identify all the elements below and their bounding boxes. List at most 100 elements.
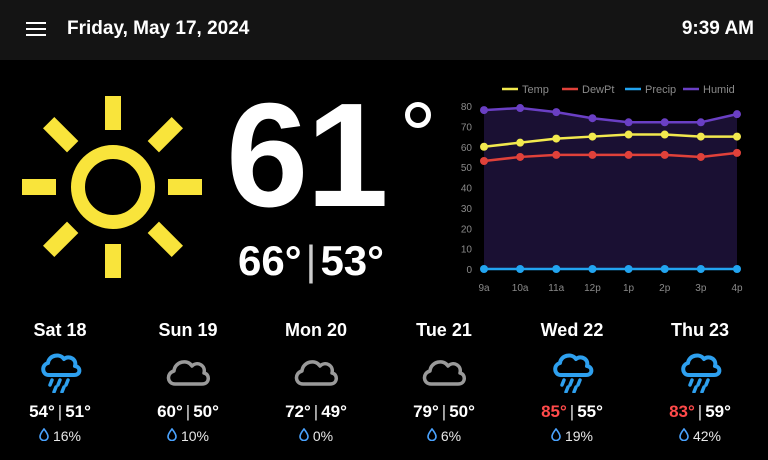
y-tick-label: 10 [461, 245, 473, 256]
x-tick-label: 12p [584, 283, 601, 294]
today-low: 53° [320, 237, 384, 284]
forecast-day-name: Mon 20 [284, 320, 347, 340]
forecast-day-name: Sat 18 [33, 320, 87, 340]
forecast-precip-value: 6% [440, 428, 462, 444]
forecast-low: 50° [193, 402, 219, 421]
x-tick-label: 1p [623, 283, 635, 294]
forecast-precip-value: 0% [312, 428, 334, 444]
y-tick-label: 30 [461, 204, 473, 215]
separator: | [185, 402, 191, 421]
point-precip [624, 265, 633, 273]
point-temp [552, 134, 561, 143]
legend-label: Temp [522, 84, 549, 96]
separator: | [305, 237, 317, 284]
forecast-day-name: Wed 22 [540, 320, 604, 340]
y-tick-label: 70 [461, 122, 473, 133]
point-precip [516, 265, 525, 273]
point-humid [733, 110, 741, 119]
point-dewpt [660, 150, 669, 159]
point-humid [480, 106, 488, 115]
forecast-precip-value: 10% [180, 428, 210, 444]
raindrop-icon [427, 427, 437, 444]
point-humid [516, 104, 525, 113]
hamburger-menu-icon[interactable] [26, 22, 46, 38]
forecast-day: Sun 19 60° | 50° 10% [124, 318, 252, 444]
today-high: 66° [238, 237, 302, 284]
forecast-temps: 79° | 50° [380, 402, 508, 422]
forecast-temps: 85° | 55° [508, 402, 636, 422]
raindrop-icon [39, 427, 49, 444]
raindrop-icon [167, 427, 177, 444]
forecast-day: Wed 22 85° | 55° 19% [508, 318, 636, 444]
raindrop-icon [299, 427, 309, 444]
point-temp [696, 132, 705, 141]
forecast-high: 83° [669, 402, 695, 421]
cloud-icon [252, 351, 380, 398]
forecast-low: 49° [321, 402, 347, 421]
forecast-precip-value: 42% [692, 428, 722, 444]
y-tick-label: 40 [461, 184, 473, 195]
daily-forecast: Sat 18 54° | 51° 16% Sun 19 60° | 50° 10% Mon 20… [0, 318, 768, 460]
legend-label: Humid [703, 84, 735, 96]
forecast-high: 54° [29, 402, 55, 421]
y-tick-label: 20 [461, 224, 473, 235]
forecast-high: 60° [157, 402, 183, 421]
point-precip [588, 265, 597, 273]
point-dewpt [516, 152, 525, 161]
forecast-day-name: Thu 23 [670, 320, 729, 340]
forecast-day-name: Tue 21 [416, 320, 472, 340]
point-precip [552, 265, 561, 273]
point-dewpt [624, 150, 633, 159]
separator: | [569, 402, 575, 421]
point-temp [480, 142, 488, 151]
forecast-precip: 6% [380, 427, 508, 444]
point-temp [588, 132, 597, 141]
legend-label: Precip [645, 84, 676, 96]
forecast-precip: 42% [636, 427, 764, 444]
x-tick-label: 2p [659, 283, 671, 294]
point-precip [696, 265, 705, 273]
legend-label: DewPt [582, 84, 614, 96]
separator: | [697, 402, 703, 421]
point-precip [660, 265, 669, 273]
forecast-low: 51° [65, 402, 91, 421]
forecast-precip-value: 19% [564, 428, 594, 444]
degree-symbol [405, 102, 431, 128]
point-temp [624, 130, 633, 139]
point-humid [696, 118, 705, 127]
x-tick-label: 9a [478, 283, 490, 294]
current-temperature: 61 [226, 73, 389, 238]
forecast-day-name: Sun 19 [158, 320, 218, 340]
point-temp [660, 130, 669, 139]
high-low-temps: 66°|53° [238, 240, 384, 282]
forecast-low: 59° [705, 402, 731, 421]
forecast-precip: 19% [508, 427, 636, 444]
current-date: Friday, May 17, 2024 [67, 18, 250, 39]
separator: | [313, 402, 319, 421]
x-tick-label: 4p [731, 283, 743, 294]
point-dewpt [480, 157, 488, 166]
point-precip [480, 265, 488, 273]
forecast-precip: 16% [0, 427, 124, 444]
point-humid [588, 114, 597, 123]
forecast-precip: 0% [252, 427, 380, 444]
point-temp [516, 138, 525, 147]
rain-cloud-icon [508, 351, 636, 398]
separator: | [57, 402, 63, 421]
point-humid [552, 108, 561, 117]
forecast-high: 79° [413, 402, 439, 421]
forecast-temps: 72° | 49° [252, 402, 380, 422]
point-temp [733, 132, 741, 141]
point-humid [660, 118, 669, 127]
sun-icon [22, 96, 202, 278]
x-tick-label: 11a [548, 283, 564, 294]
forecast-day: Thu 23 83° | 59° 42% [636, 318, 764, 444]
x-tick-label: 3p [695, 283, 707, 294]
forecast-temps: 54° | 51° [0, 402, 124, 422]
top-bar: Friday, May 17, 2024 9:39 AM [0, 0, 768, 60]
y-tick-label: 60 [461, 143, 473, 154]
y-tick-label: 80 [461, 102, 473, 113]
y-tick-label: 0 [466, 265, 472, 276]
current-time: 9:39 AM [681, 18, 754, 39]
separator: | [441, 402, 447, 421]
